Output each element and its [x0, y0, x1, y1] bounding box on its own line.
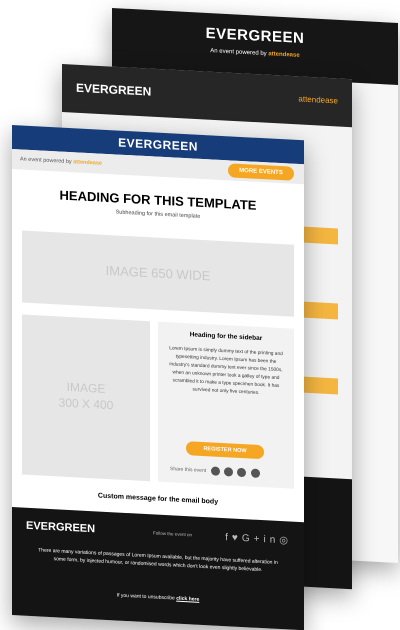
facebook-icon[interactable]: f	[225, 532, 232, 543]
unsubscribe-line: If you want to unsubscribe click here	[12, 587, 304, 608]
footer-text: There are many variations of passages of…	[38, 547, 278, 574]
more-events-button[interactable]: MORE EVENTS	[228, 163, 294, 181]
facebook-icon[interactable]	[210, 466, 220, 476]
footer: EVERGREEN Follow the event on f♥G+in◎ Th…	[12, 507, 304, 630]
email-template-preview-front: EVERGREEN An event powered by attendease…	[12, 125, 304, 630]
cta-button[interactable]	[304, 301, 338, 320]
cta-button[interactable]	[304, 376, 338, 395]
register-now-button[interactable]: REGISTER NOW	[186, 441, 264, 460]
attendease-logo: attendease	[73, 159, 102, 167]
custom-message: Custom message for the email body	[97, 492, 219, 506]
content-row: IMAGE 300 X 400 Heading for the sidebar …	[22, 314, 294, 489]
powered-label: An event powered by	[210, 48, 267, 58]
social-icons: f♥G+in◎	[225, 532, 292, 547]
unsubscribe-link[interactable]: click here	[176, 596, 199, 603]
sidebar: Heading for the sidebar Lorem Ipsum is s…	[158, 321, 294, 489]
google-plus-icon[interactable]	[250, 468, 260, 478]
sidebar-text: Lorem Ipsum is simply dummy text of the …	[169, 346, 283, 396]
attendease-logo: attendease	[268, 51, 300, 59]
footer-evergreen-logo: EVERGREEN	[26, 519, 96, 536]
powered-label: An event powered by	[20, 156, 72, 166]
twitter-icon[interactable]: ♥	[232, 533, 242, 545]
unsubscribe-prefix: If you want to unsubscribe	[116, 592, 175, 602]
wide-image-placeholder: IMAGE 650 WIDE	[22, 230, 294, 317]
google-plus-icon[interactable]: G+	[242, 533, 264, 545]
share-row: Share this event	[170, 464, 260, 478]
image-placeholder: IMAGE 300 X 400	[22, 314, 150, 482]
instagram-icon[interactable]: ◎	[279, 535, 292, 547]
evergreen-logo: EVERGREEN	[118, 135, 198, 154]
attendease-logo: attendease	[298, 94, 338, 106]
twitter-icon[interactable]	[223, 467, 233, 477]
linkedin-icon[interactable]	[237, 467, 247, 478]
share-label: Share this event	[170, 466, 207, 475]
cta-button[interactable]	[304, 226, 338, 245]
linkedin-icon[interactable]: in	[263, 534, 279, 546]
evergreen-logo: EVERGREEN	[76, 80, 152, 99]
sidebar-heading: Heading for the sidebar	[189, 331, 263, 343]
powered-by-text: An event powered by attendease	[20, 156, 102, 166]
follow-label: Follow the event on	[152, 530, 192, 538]
